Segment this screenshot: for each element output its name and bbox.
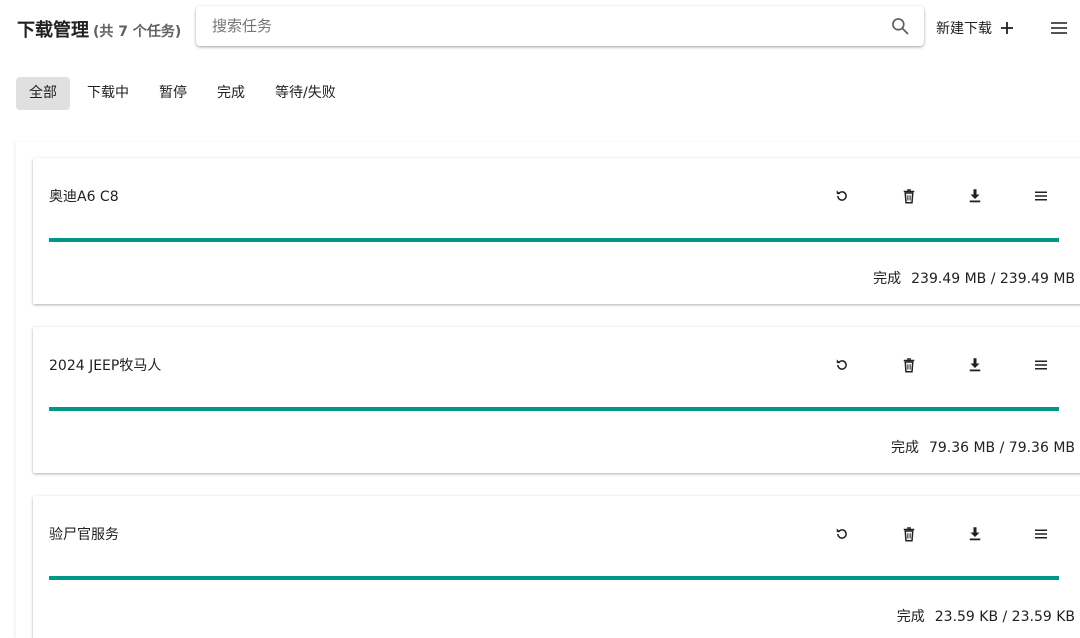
task-card: 验尸官服务 完成 23.59 KB / 23.59 KB bbox=[33, 496, 1080, 638]
header-bar: 下载管理(共 7 个任务) 新建下载 bbox=[0, 0, 1080, 56]
download-icon bbox=[969, 358, 981, 372]
task-name: 验尸官服务 bbox=[49, 527, 119, 543]
progress-fill bbox=[49, 407, 1059, 411]
retry-button[interactable] bbox=[830, 184, 854, 208]
task-status-line: 完成 79.36 MB / 79.36 MB bbox=[891, 437, 1075, 457]
task-name: 2024 JEEP牧马人 bbox=[49, 358, 162, 374]
page-title: 下载管理 (共 7 个任务) bbox=[17, 16, 181, 42]
progress-fill bbox=[49, 238, 1059, 242]
task-status: 完成 bbox=[896, 609, 925, 625]
tab-downloading[interactable]: 下载中 bbox=[74, 77, 142, 110]
refresh-icon bbox=[836, 359, 847, 370]
task-size: 239.49 MB / 239.49 MB bbox=[911, 271, 1075, 287]
more-button[interactable] bbox=[1029, 353, 1053, 377]
more-button[interactable] bbox=[1029, 184, 1053, 208]
task-card: 2024 JEEP牧马人 完成 79.36 MB / 79.36 MB bbox=[33, 327, 1080, 473]
tab-waiting-failed[interactable]: 等待/失败 bbox=[262, 77, 349, 110]
retry-button[interactable] bbox=[830, 353, 854, 377]
delete-button[interactable] bbox=[897, 184, 921, 208]
tab-paused[interactable]: 暂停 bbox=[146, 77, 200, 110]
delete-button[interactable] bbox=[897, 522, 921, 546]
menu-icon bbox=[1035, 191, 1047, 201]
search-icon[interactable] bbox=[890, 16, 910, 36]
trash-icon bbox=[903, 358, 915, 373]
download-manager-page: 下载管理(共 7 个任务) 新建下载 全部 下载中 暂停 完成 等待/失败 bbox=[0, 0, 1080, 638]
menu-icon[interactable] bbox=[1049, 18, 1069, 38]
page-title-text: 下载管理 bbox=[17, 20, 89, 41]
download-button[interactable] bbox=[963, 184, 987, 208]
retry-button[interactable] bbox=[830, 522, 854, 546]
task-status: 完成 bbox=[873, 271, 902, 287]
task-list: 奥迪A6 C8 完成 239.49 MB / 239.49 MB 2024 JE… bbox=[16, 142, 1080, 638]
search-box bbox=[196, 6, 924, 46]
task-count: (共 7 个任务) bbox=[93, 24, 182, 40]
refresh-icon bbox=[836, 528, 847, 539]
trash-icon bbox=[903, 527, 915, 542]
more-button[interactable] bbox=[1029, 522, 1053, 546]
task-size: 79.36 MB / 79.36 MB bbox=[928, 440, 1075, 456]
delete-button[interactable] bbox=[897, 353, 921, 377]
menu-icon bbox=[1035, 360, 1047, 370]
download-icon bbox=[969, 527, 981, 541]
progress-fill bbox=[49, 576, 1059, 580]
task-status: 完成 bbox=[890, 440, 919, 456]
progress-bar bbox=[49, 407, 1059, 411]
menu-icon bbox=[1035, 529, 1047, 539]
new-download-label: 新建下载 bbox=[936, 21, 992, 37]
search-input[interactable] bbox=[196, 6, 876, 46]
progress-bar bbox=[49, 576, 1059, 580]
tab-all[interactable]: 全部 bbox=[16, 77, 70, 110]
new-download-button[interactable]: 新建下载 bbox=[936, 16, 1014, 40]
download-button[interactable] bbox=[963, 522, 987, 546]
task-size: 23.59 KB / 23.59 KB bbox=[934, 609, 1075, 625]
download-icon bbox=[969, 189, 981, 203]
task-status-line: 完成 23.59 KB / 23.59 KB bbox=[897, 606, 1075, 626]
task-card: 奥迪A6 C8 完成 239.49 MB / 239.49 MB bbox=[33, 158, 1080, 304]
download-button[interactable] bbox=[963, 353, 987, 377]
tab-completed[interactable]: 完成 bbox=[204, 77, 258, 110]
filter-tabs: 全部 下载中 暂停 完成 等待/失败 bbox=[16, 77, 349, 110]
task-status-line: 完成 239.49 MB / 239.49 MB bbox=[873, 268, 1075, 288]
refresh-icon bbox=[836, 190, 847, 201]
task-name: 奥迪A6 C8 bbox=[49, 189, 119, 205]
plus-icon bbox=[1001, 22, 1013, 34]
trash-icon bbox=[903, 189, 915, 204]
progress-bar bbox=[49, 238, 1059, 242]
